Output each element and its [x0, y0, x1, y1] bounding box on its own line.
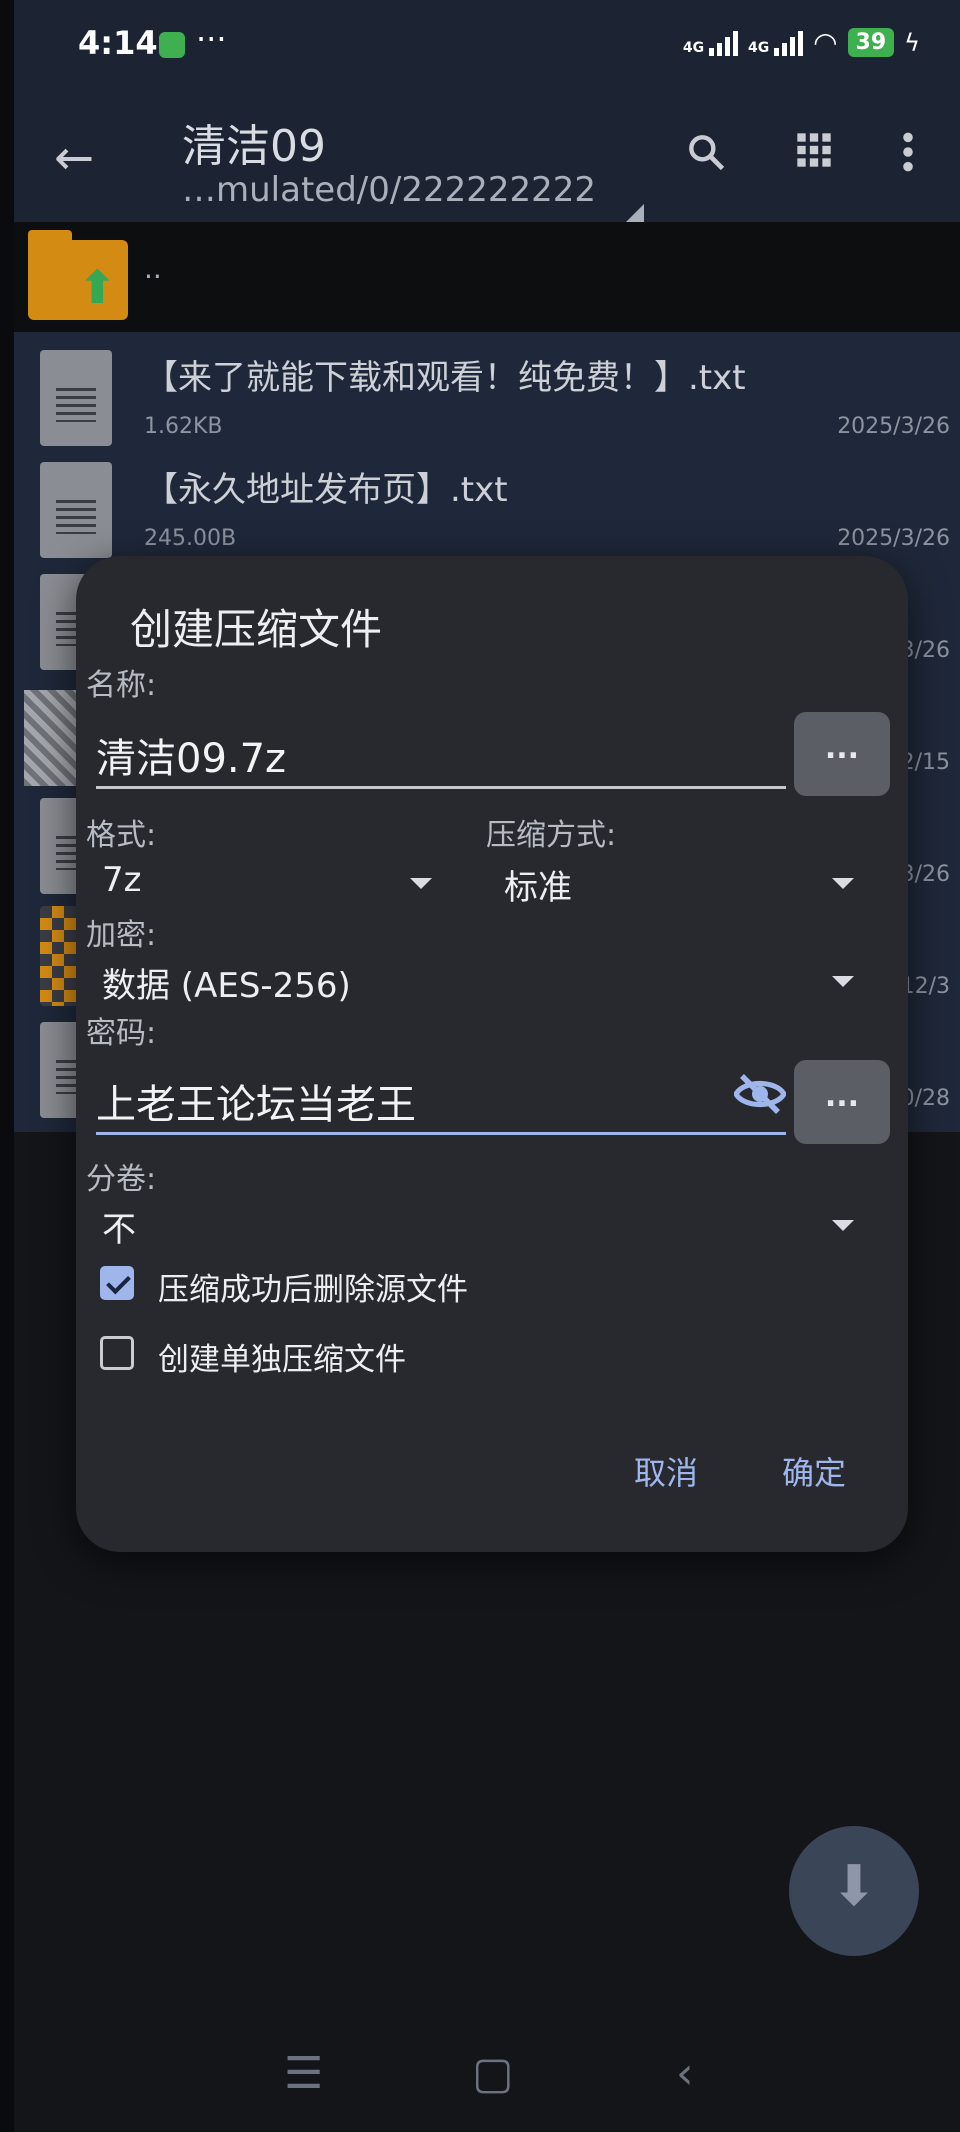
navigation-bar: ☰ ▢ ‹: [14, 2030, 960, 2130]
download-icon: ⬇: [830, 1854, 878, 1919]
format-value: 7z: [102, 860, 142, 900]
back-arrow-icon[interactable]: ←: [54, 130, 94, 186]
delete-source-checkbox-row[interactable]: 压缩成功后删除源文件: [100, 1262, 600, 1312]
separate-archive-label: 创建单独压缩文件: [158, 1342, 406, 1378]
compression-method-label: 压缩方式:: [486, 818, 617, 853]
more-notifications-icon: ···: [196, 20, 227, 58]
format-label: 格式:: [86, 818, 157, 853]
file-size: 1.62KB: [144, 414, 223, 439]
password-options-button[interactable]: ...: [794, 1060, 890, 1144]
compression-method-value: 标准: [504, 868, 572, 908]
folder-path[interactable]: …mulated/0/222222222: [182, 170, 596, 210]
encryption-select[interactable]: 数据 (AES-256): [102, 952, 854, 1008]
file-date: 2/15: [900, 750, 950, 775]
parent-folder-label: ..: [144, 252, 162, 285]
file-date: 0/28: [900, 1086, 950, 1111]
volume-label: 分卷:: [86, 1162, 157, 1197]
wifi-icon: ◠: [813, 26, 838, 59]
visibility-off-icon[interactable]: [733, 1074, 787, 1124]
compression-method-select[interactable]: 标准: [504, 854, 854, 910]
chevron-down-icon: [410, 878, 432, 889]
delete-source-checkbox[interactable]: [100, 1266, 134, 1300]
volume-value: 不: [102, 1210, 136, 1250]
dialog-title: 创建压缩文件: [130, 605, 383, 654]
grid-view-icon[interactable]: [794, 130, 834, 181]
file-date: 12/3: [900, 974, 950, 999]
file-date: 3/26: [900, 638, 950, 663]
create-archive-dialog: 创建压缩文件 名称: 清洁09.7z ... 格式: 7z 压缩方式: 标准 加…: [76, 556, 908, 1552]
archive-name-field[interactable]: 清洁09.7z: [96, 716, 786, 789]
folder-up-icon: ⬆: [28, 230, 128, 320]
battery-level: 39: [847, 28, 895, 57]
encryption-label: 加密:: [86, 918, 157, 953]
password-value: 上老王论坛当老王: [96, 1082, 416, 1128]
browse-name-button[interactable]: ...: [794, 712, 890, 796]
parent-folder-row[interactable]: ⬆ ..: [14, 222, 960, 332]
home-nav-icon[interactable]: ▢: [472, 2048, 514, 2099]
menu-nav-icon[interactable]: ☰: [284, 2048, 323, 2099]
app-bar: ← 清洁09 …mulated/0/222222222: [14, 92, 960, 226]
archive-name-value: 清洁09.7z: [96, 736, 287, 782]
file-name: 【来了就能下载和观看！纯免费！】.txt: [144, 358, 746, 398]
folder-title: 清洁09: [182, 121, 326, 172]
more-vert-icon[interactable]: [900, 130, 916, 185]
signal-icon-2: 4G: [748, 30, 804, 56]
file-date: 3/26: [900, 862, 950, 887]
file-date: 2025/3/26: [837, 526, 950, 551]
list-item[interactable]: 【永久地址发布页】.txt 245.00B 2025/3/26: [14, 452, 960, 564]
file-date: 2025/3/26: [837, 414, 950, 439]
delete-source-label: 压缩成功后删除源文件: [158, 1272, 468, 1308]
signal-icon: 4G: [683, 30, 738, 56]
name-label: 名称:: [86, 668, 157, 703]
screen: 4:14 ··· 4G 4G ◠ 39 ϟ ← 清洁09 …mulated/0/…: [14, 0, 960, 2132]
status-time: 4:14: [78, 24, 158, 62]
text-file-icon: [40, 462, 112, 558]
volume-select[interactable]: 不: [102, 1196, 854, 1252]
password-field[interactable]: 上老王论坛当老王: [96, 1062, 787, 1135]
download-fab[interactable]: ⬇: [789, 1826, 919, 1956]
separate-archive-checkbox[interactable]: [100, 1336, 134, 1370]
chevron-down-icon: [832, 1220, 854, 1231]
notification-badge-icon: [159, 32, 185, 58]
back-nav-icon[interactable]: ‹: [676, 2048, 694, 2099]
text-file-icon: [40, 350, 112, 446]
encryption-value: 数据 (AES-256): [102, 966, 351, 1006]
ok-button[interactable]: 确定: [782, 1448, 846, 1494]
file-name: 【永久地址发布页】.txt: [144, 470, 508, 510]
chevron-down-icon: [832, 976, 854, 987]
chevron-down-icon: [832, 878, 854, 889]
format-select[interactable]: 7z: [102, 854, 432, 910]
file-size: 245.00B: [144, 526, 237, 551]
list-item[interactable]: 【来了就能下载和观看！纯免费！】.txt 1.62KB 2025/3/26: [14, 340, 960, 452]
search-icon[interactable]: [684, 130, 728, 185]
password-label: 密码:: [86, 1016, 157, 1051]
status-bar: 4:14 ··· 4G 4G ◠ 39 ϟ: [14, 0, 960, 92]
status-icons: 4G 4G ◠ 39 ϟ: [683, 26, 920, 59]
charging-icon: ϟ: [904, 28, 920, 57]
separate-archive-checkbox-row[interactable]: 创建单独压缩文件: [100, 1332, 600, 1382]
cancel-button[interactable]: 取消: [634, 1448, 698, 1494]
